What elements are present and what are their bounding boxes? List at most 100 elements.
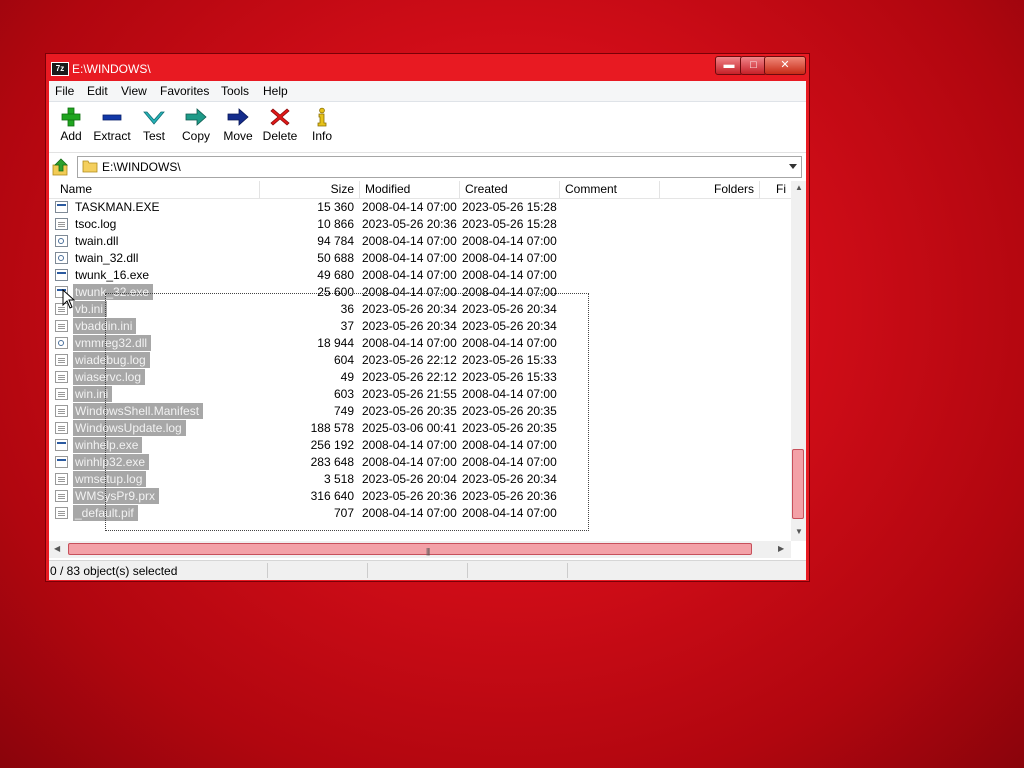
- table-row[interactable]: TASKMAN.EXE 15 360 2008-04-14 07:00 2023-05…: [49, 199, 791, 216]
- file-modified: 2023-05-26 20:04: [362, 472, 457, 486]
- exe-file-icon: [55, 456, 68, 468]
- delete-button[interactable]: Delete: [258, 104, 302, 150]
- file-modified: 2008-04-14 07:00: [362, 251, 457, 265]
- table-row[interactable]: twunk_16.exe 49 680 2008-04-14 07:00 2008-0…: [49, 267, 791, 284]
- table-row[interactable]: WMSysPr9.prx 316 640 2023-05-26 20:36 2023-…: [49, 488, 791, 505]
- file-size: 50 688: [317, 251, 354, 265]
- mouse-pointer-icon: [62, 289, 76, 309]
- table-row[interactable]: WindowsUpdate.log 188 578 2025-03-06 00:41…: [49, 420, 791, 437]
- window-client: File Edit View Favorites Tools Help Add …: [49, 81, 806, 580]
- extract-button[interactable]: Extract: [90, 104, 134, 150]
- up-folder-icon[interactable]: [51, 157, 71, 177]
- col-modified[interactable]: Modified: [360, 181, 460, 198]
- horizontal-scrollbar[interactable]: ◀ ||| ▶: [49, 541, 791, 558]
- col-folders[interactable]: Folders: [660, 181, 760, 198]
- window-title: E:\WINDOWS\: [72, 62, 151, 76]
- scroll-down-icon[interactable]: ▼: [795, 527, 803, 536]
- table-row[interactable]: winhelp.exe 256 192 2008-04-14 07:00 2008-0…: [49, 437, 791, 454]
- txt-file-icon: [55, 354, 68, 366]
- file-size: 283 648: [310, 455, 354, 469]
- menu-file[interactable]: File: [55, 84, 74, 98]
- file-name: wmsetup.log: [73, 471, 147, 487]
- dll-file-icon: [55, 252, 68, 264]
- chevron-down-icon[interactable]: [789, 164, 797, 169]
- table-row[interactable]: vmmreg32.dll 18 944 2008-04-14 07:00 2008-0…: [49, 335, 791, 352]
- check-icon: [143, 111, 165, 125]
- path-combobox[interactable]: E:\WINDOWS\: [77, 156, 802, 178]
- scroll-right-icon[interactable]: ▶: [778, 544, 784, 553]
- menu-view[interactable]: View: [121, 84, 147, 98]
- move-label: Move: [223, 129, 253, 143]
- file-size: 188 578: [310, 421, 354, 435]
- vertical-scrollbar[interactable]: ▲ ▼: [791, 181, 806, 541]
- file-name-cell: _default.pif: [55, 505, 138, 521]
- table-row[interactable]: win.ini 603 2023-05-26 21:55 2008-04-14 07:…: [49, 386, 791, 403]
- col-size[interactable]: Size: [260, 181, 360, 198]
- menu-favorites[interactable]: Favorites: [160, 84, 209, 98]
- menu-help[interactable]: Help: [263, 84, 288, 98]
- file-size: 10 866: [317, 217, 354, 231]
- title-bar[interactable]: 7z E:\WINDOWS\ ▬ □ ✕: [46, 54, 809, 82]
- file-size: 604: [333, 353, 354, 367]
- minimize-button[interactable]: ▬: [715, 56, 743, 75]
- maximize-button[interactable]: □: [740, 56, 767, 75]
- close-button[interactable]: ✕: [764, 56, 806, 75]
- test-button[interactable]: Test: [132, 104, 176, 150]
- table-row[interactable]: _default.pif 707 2008-04-14 07:00 2008-04-1…: [49, 505, 791, 522]
- txt-file-icon: [55, 388, 68, 400]
- info-button[interactable]: Info: [300, 104, 344, 150]
- table-row[interactable]: wiaservc.log 49 2023-05-26 22:12 2023-05-26…: [49, 369, 791, 386]
- file-modified: 2023-05-26 20:35: [362, 404, 457, 418]
- file-modified: 2023-05-26 20:36: [362, 217, 457, 231]
- horizontal-scroll-thumb[interactable]: |||: [68, 543, 752, 556]
- table-row[interactable]: vb.ini 36 2023-05-26 20:34 2023-05-26 20:34: [49, 301, 791, 318]
- file-name: WindowsShell.Manifest: [73, 403, 204, 419]
- scroll-up-icon[interactable]: ▲: [795, 183, 803, 192]
- archive-window: 7z E:\WINDOWS\ ▬ □ ✕ File Edit View Favo…: [46, 54, 809, 581]
- file-size: 3 518: [323, 472, 354, 486]
- file-name: win.ini: [73, 386, 113, 402]
- table-row[interactable]: twain_32.dll 50 688 2008-04-14 07:00 2008-0…: [49, 250, 791, 267]
- file-name: tsoc.log: [75, 217, 117, 231]
- file-size: 603: [333, 387, 354, 401]
- exe-file-icon: [55, 201, 68, 213]
- status-divider: [267, 563, 268, 578]
- table-row[interactable]: WindowsShell.Manifest 749 2023-05-26 20:35…: [49, 403, 791, 420]
- col-name[interactable]: Name: [55, 181, 260, 198]
- grip-icon: |||: [426, 547, 430, 556]
- scroll-left-icon[interactable]: ◀: [54, 544, 60, 553]
- file-created: 2008-04-14 07:00: [462, 336, 557, 350]
- file-name-cell: twain.dll: [55, 233, 122, 249]
- file-name-cell: twunk_16.exe: [55, 267, 153, 283]
- file-created: 2023-05-26 20:34: [462, 302, 557, 316]
- table-row[interactable]: wmsetup.log 3 518 2023-05-26 20:04 2023-05-…: [49, 471, 791, 488]
- file-size: 37: [340, 319, 354, 333]
- file-name: WindowsUpdate.log: [73, 420, 186, 436]
- move-button[interactable]: Move: [216, 104, 260, 150]
- col-created[interactable]: Created: [460, 181, 560, 198]
- table-row[interactable]: tsoc.log 10 866 2023-05-26 20:36 2023-05-26…: [49, 216, 791, 233]
- vertical-scroll-thumb[interactable]: [792, 449, 804, 519]
- file-size: 25 600: [317, 285, 354, 299]
- file-list[interactable]: Name Size Modified Created Comment Folde…: [49, 181, 806, 541]
- add-button[interactable]: Add: [49, 104, 93, 150]
- table-row[interactable]: twain.dll 94 784 2008-04-14 07:00 2008-04-1…: [49, 233, 791, 250]
- file-created: 2023-05-26 20:35: [462, 404, 557, 418]
- menu-tools[interactable]: Tools: [221, 84, 249, 98]
- table-row[interactable]: winhlp32.exe 283 648 2008-04-14 07:00 2008-…: [49, 454, 791, 471]
- col-files[interactable]: Fi: [760, 181, 791, 198]
- column-header: Name Size Modified Created Comment Folde…: [49, 181, 791, 199]
- copy-label: Copy: [181, 129, 210, 143]
- col-comment[interactable]: Comment: [560, 181, 660, 198]
- copy-button[interactable]: Copy: [174, 104, 218, 150]
- file-created: 2008-04-14 07:00: [462, 285, 557, 299]
- move-arrow-icon: [227, 108, 249, 126]
- extract-label: Extract: [93, 129, 131, 143]
- file-modified: 2023-05-26 20:34: [362, 319, 457, 333]
- menu-edit[interactable]: Edit: [87, 84, 108, 98]
- file-size: 749: [333, 404, 354, 418]
- table-row[interactable]: twunk_32.exe 25 600 2008-04-14 07:00 2008-0…: [49, 284, 791, 301]
- table-row[interactable]: wiadebug.log 604 2023-05-26 22:12 2023-05-2…: [49, 352, 791, 369]
- file-created: 2008-04-14 07:00: [462, 455, 557, 469]
- table-row[interactable]: vbaddin.ini 37 2023-05-26 20:34 2023-05-26 …: [49, 318, 791, 335]
